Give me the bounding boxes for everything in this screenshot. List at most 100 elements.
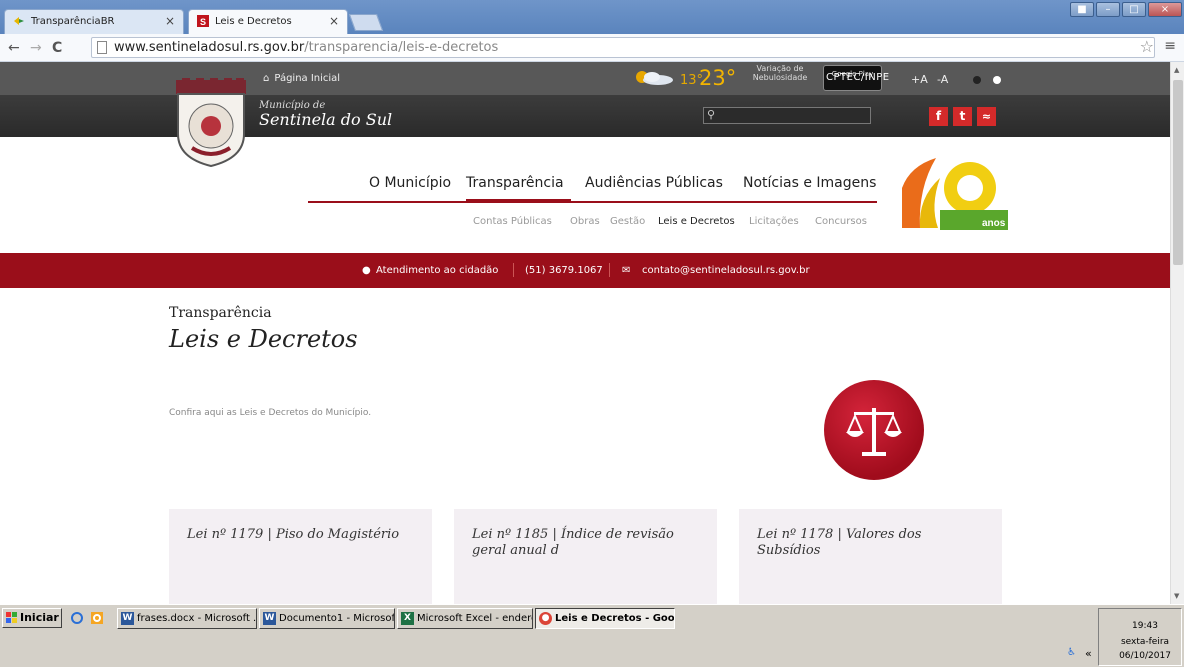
- tab-close-icon[interactable]: ×: [329, 10, 339, 33]
- nav-o-municipio[interactable]: O Município: [369, 175, 451, 191]
- url-path: /transparencia/leis-e-decretos: [304, 40, 499, 55]
- scales-of-justice-icon: [824, 380, 924, 480]
- law-card-title: Lei nº 1185 | Índice de revisão geral an…: [472, 527, 674, 558]
- nav-underline: [308, 201, 877, 203]
- word-icon: W: [121, 612, 134, 625]
- task-label: Leis e Decretos - Goo...: [555, 613, 675, 624]
- subnav-concursos[interactable]: Concursos: [815, 216, 867, 227]
- minimize-icon[interactable]: –: [1096, 2, 1120, 17]
- facebook-icon[interactable]: f: [929, 107, 948, 126]
- start-button[interactable]: Iniciar: [2, 608, 62, 628]
- separator: [609, 263, 610, 277]
- dark-contrast-button[interactable]: [973, 76, 981, 84]
- clock-weekday: sexta-feira: [1120, 637, 1170, 647]
- accessibility-icon[interactable]: ♿: [1067, 647, 1076, 658]
- task-label: frases.docx - Microsoft ...: [137, 613, 257, 624]
- home-label: Página Inicial: [274, 73, 341, 84]
- nav-active-indicator: [466, 199, 571, 203]
- twitter-icon[interactable]: t: [953, 107, 972, 126]
- nav-transparencia[interactable]: Transparência: [466, 175, 564, 191]
- google-play-badge[interactable]: Google Play CPTEC/INPE: [823, 65, 890, 91]
- law-card-title: Lei nº 1179 | Piso do Magistério: [187, 527, 400, 542]
- phone-number: (51) 3679.1067: [525, 265, 603, 276]
- scroll-down-icon[interactable]: ▼: [1174, 592, 1179, 600]
- scroll-up-icon[interactable]: ▲: [1174, 66, 1179, 74]
- browser-toolbar: ← → C www.sentineladosul.rs.gov.br/trans…: [0, 34, 1184, 62]
- clock-time: 19:43: [1132, 621, 1158, 631]
- excel-icon: X: [401, 612, 414, 625]
- law-card[interactable]: Lei nº 1178 | Valores dos Subsídios: [739, 509, 1002, 604]
- separator: [513, 263, 514, 277]
- law-card-title: Lei nº 1178 | Valores dos Subsídios: [757, 527, 922, 558]
- maximize-icon[interactable]: □: [1122, 2, 1146, 17]
- reload-icon[interactable]: C: [52, 40, 62, 56]
- search-input[interactable]: [703, 107, 871, 124]
- cptec-label: CPTEC/INPE: [826, 72, 890, 83]
- service-label[interactable]: Atendimento ao cidadão: [376, 265, 498, 276]
- site-favicon-icon: S: [197, 15, 209, 27]
- chrome-icon: ●: [539, 612, 552, 625]
- show-hidden-icons-button[interactable]: «: [1085, 647, 1092, 660]
- word-icon: W: [263, 612, 276, 625]
- task-label: Documento1 - Microsoft ...: [279, 613, 395, 624]
- home-icon: ⌂: [263, 73, 270, 84]
- windows-logo-icon: [6, 612, 17, 623]
- transparencia-favicon-icon: [14, 17, 24, 25]
- subnav-leis-e-decretos[interactable]: Leis e Decretos: [658, 216, 735, 227]
- tab-close-icon[interactable]: ×: [165, 10, 175, 33]
- outlook-quicklaunch-icon[interactable]: [90, 611, 104, 625]
- os-taskbar: Iniciar W frases.docx - Microsoft ... W …: [0, 604, 1184, 667]
- home-link[interactable]: ⌂ Página Inicial: [263, 73, 340, 84]
- ie-quicklaunch-icon[interactable]: [70, 611, 84, 625]
- breadcrumb[interactable]: Transparência: [169, 305, 272, 321]
- tab-leis-e-decretos[interactable]: S Leis e Decretos ×: [188, 9, 348, 34]
- search-icon: ⚲: [707, 108, 716, 121]
- nav-audiencias-publicas[interactable]: Audiências Públicas: [585, 175, 723, 191]
- nav-noticias-e-imagens[interactable]: Notícias e Imagens: [743, 175, 876, 191]
- contact-email[interactable]: contato@sentineladosul.rs.gov.br: [642, 265, 810, 276]
- back-arrow-icon[interactable]: ←: [8, 40, 20, 56]
- subnav-gestao[interactable]: Gestão: [610, 216, 645, 227]
- start-label: Iniciar: [20, 611, 59, 624]
- user-icon[interactable]: ■: [1070, 2, 1094, 17]
- subnav-licitacoes[interactable]: Licitações: [749, 216, 799, 227]
- taskbar-item-chrome[interactable]: ● Leis e Decretos - Goo...: [535, 608, 675, 629]
- page-scrollbar[interactable]: ▲ ▼: [1170, 62, 1184, 604]
- bookmark-star-icon[interactable]: ☆: [1140, 37, 1154, 56]
- taskbar-item-frases[interactable]: W frases.docx - Microsoft ...: [117, 608, 257, 629]
- svg-text:S: S: [200, 17, 206, 27]
- tab-transparenciabr[interactable]: TransparênciaBR ×: [4, 9, 184, 34]
- law-card[interactable]: Lei nº 1185 | Índice de revisão geral an…: [454, 509, 717, 604]
- window-controls: ■ – □ ×: [1070, 2, 1182, 17]
- page-viewport: ⌂ Página Inicial 13° 23° Variação de Nebu…: [0, 62, 1170, 604]
- subnav-contas-publicas[interactable]: Contas Públicas: [473, 216, 552, 227]
- menu-icon[interactable]: ≡: [1164, 38, 1176, 54]
- taskbar-item-excel[interactable]: X Microsoft Excel - endere...: [397, 608, 533, 629]
- url-host: www.sentineladosul.rs.gov.br: [114, 40, 305, 55]
- address-bar[interactable]: www.sentineladosul.rs.gov.br/transparenc…: [91, 37, 1155, 58]
- font-increase-button[interactable]: +A: [911, 73, 928, 86]
- rss-icon[interactable]: ≈: [977, 107, 996, 126]
- light-contrast-button[interactable]: [993, 76, 1001, 84]
- cloud-sun-icon: [636, 71, 673, 85]
- new-tab-button[interactable]: [348, 14, 384, 31]
- municipal-crest-logo[interactable]: [172, 78, 250, 168]
- page-title: Leis e Decretos: [169, 325, 358, 353]
- law-card[interactable]: Lei nº 1179 | Piso do Magistério: [169, 509, 432, 604]
- font-decrease-button[interactable]: -A: [937, 73, 948, 86]
- taskbar-item-documento1[interactable]: W Documento1 - Microsoft ...: [259, 608, 395, 629]
- scroll-thumb[interactable]: [1173, 80, 1183, 265]
- temperature-max: 23°: [699, 66, 737, 90]
- task-label: Microsoft Excel - endere...: [417, 613, 532, 624]
- forward-arrow-icon[interactable]: →: [30, 40, 42, 56]
- system-tray-clock[interactable]: 19:43 sexta-feira 06/10/2017: [1098, 608, 1182, 666]
- tab-label: Leis e Decretos: [215, 16, 292, 27]
- anniversary-logo: anos: [902, 158, 1008, 230]
- envelope-icon: ✉: [622, 265, 631, 276]
- tab-label: TransparênciaBR: [31, 16, 115, 27]
- municipality-name: Sentinela do Sul: [259, 110, 393, 129]
- close-window-icon[interactable]: ×: [1148, 2, 1182, 17]
- intro-text: Confira aqui as Leis e Decretos do Munic…: [169, 408, 372, 418]
- chat-bubble-icon: ●: [362, 265, 371, 276]
- subnav-obras[interactable]: Obras: [570, 216, 600, 227]
